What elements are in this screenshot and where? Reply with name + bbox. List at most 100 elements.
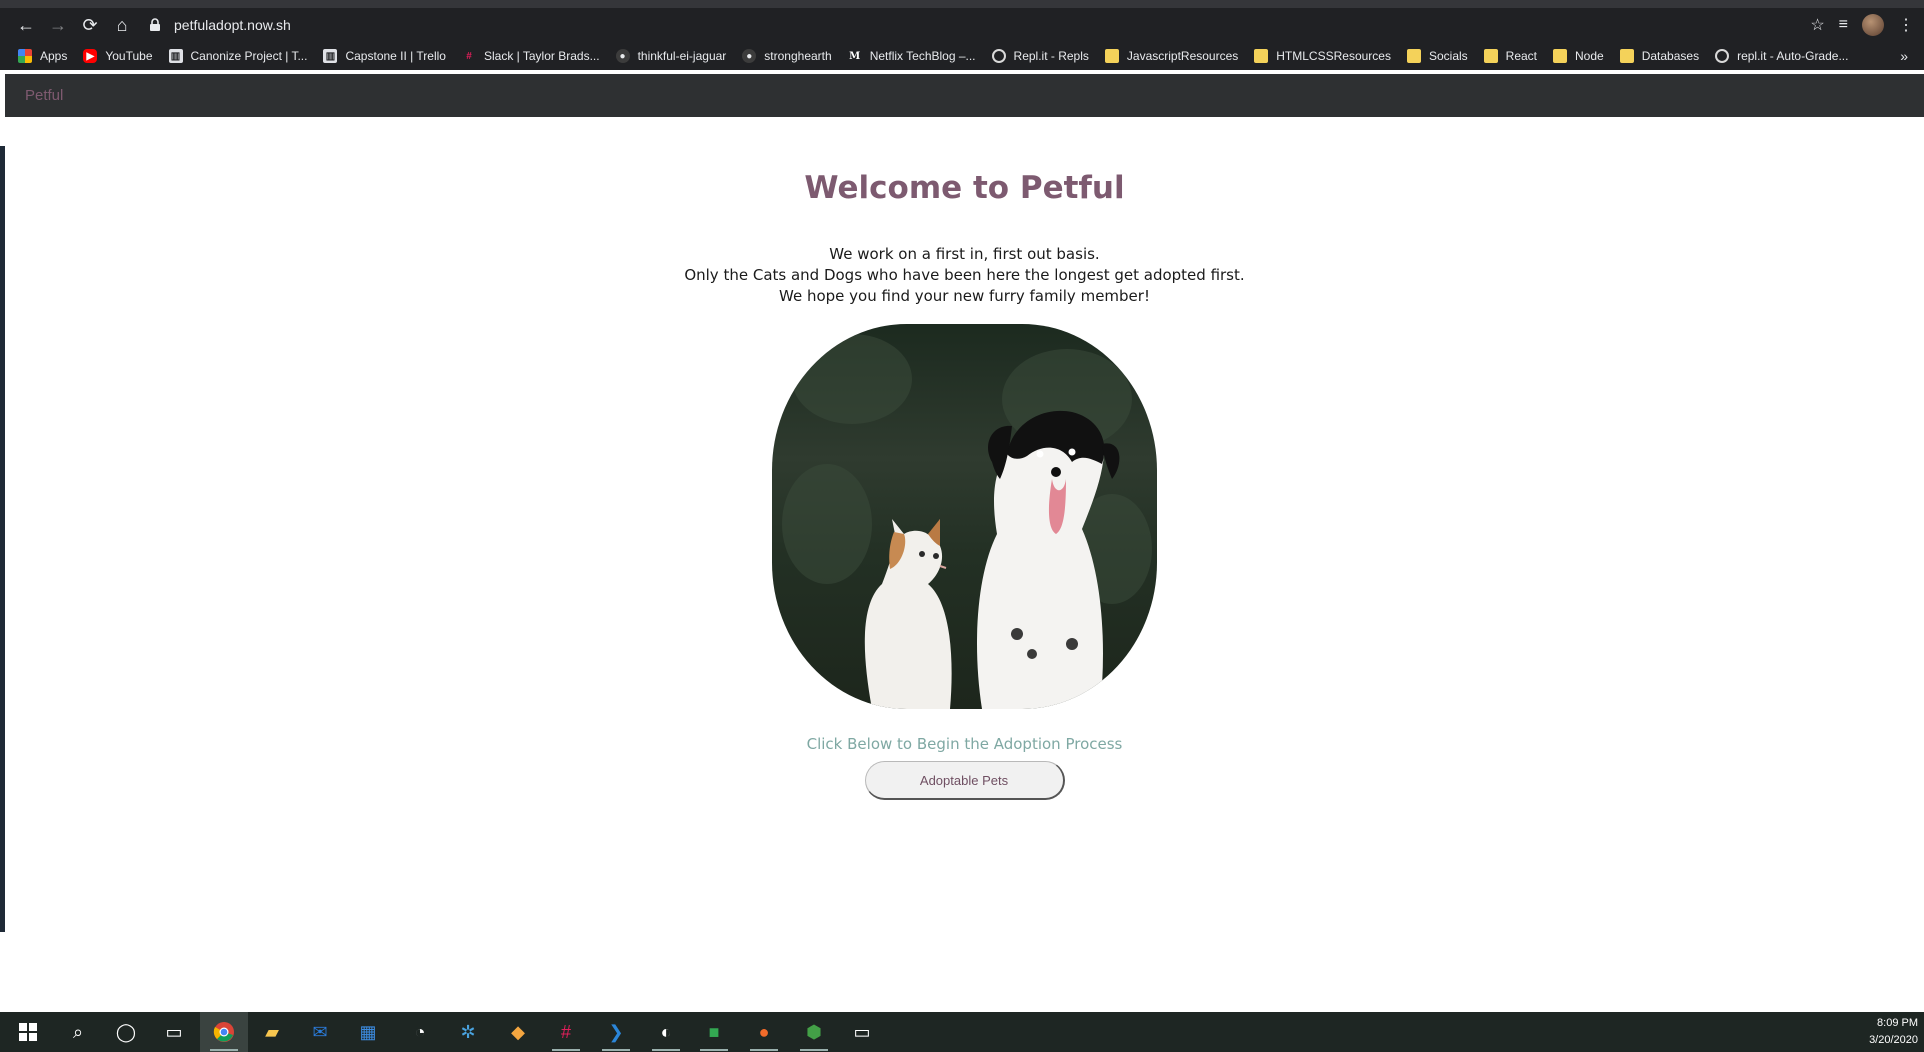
url-text[interactable]: petfuladopt.now.sh xyxy=(174,17,291,33)
bookmark-item[interactable]: ▶ YouTube xyxy=(83,49,153,63)
folder-icon xyxy=(1406,49,1421,63)
browser-chrome: ← → ⟳ ⌂ petfuladopt.now.sh ☆ ≡ ⋮ Apps ▶ xyxy=(0,0,1924,70)
bookmark-item[interactable]: Apps xyxy=(18,49,67,63)
bookmark-label: Slack | Taylor Brads... xyxy=(483,49,600,63)
bookmark-label: repl.it - Auto-Grade... xyxy=(1737,49,1849,63)
paint-icon[interactable]: ◐ xyxy=(652,1018,680,1046)
more-bookmarks-icon[interactable]: » xyxy=(1900,44,1908,68)
bookmark-label: Capstone II | Trello xyxy=(345,49,446,63)
display-icon[interactable]: ▭ xyxy=(848,1018,876,1046)
bookmark-item[interactable]: Node xyxy=(1553,49,1604,63)
running-indicator xyxy=(750,1049,778,1051)
chrome-icon[interactable] xyxy=(210,1018,238,1046)
running-indicator xyxy=(210,1049,238,1051)
address-bar[interactable]: petfuladopt.now.sh xyxy=(146,11,1796,39)
dev-tool-icon[interactable]: ✲ xyxy=(454,1018,482,1046)
clock-time: 8:09 PM xyxy=(1877,1017,1918,1029)
windows-taskbar: ⌕ ◯ ▭ ▰ ✉ ▦ ◔ ✲ ◆ # ❯ ◐ ■ ● ⬢ ▭ 8:09 PM … xyxy=(0,1012,1924,1052)
app-navbar: Petful xyxy=(5,74,1924,117)
home-icon[interactable]: ⌂ xyxy=(106,9,138,41)
running-indicator xyxy=(652,1049,680,1051)
github-icon: ● xyxy=(615,49,630,63)
media-control-icon[interactable]: ≡ xyxy=(1839,16,1848,34)
bookmark-item[interactable]: ▥ Canonize Project | T... xyxy=(168,49,308,63)
foliage xyxy=(792,334,912,424)
bookmark-item[interactable]: ● stronghearth xyxy=(742,49,832,63)
cta-text: Click Below to Begin the Adoption Proces… xyxy=(806,735,1123,753)
bookmark-label: YouTube xyxy=(105,49,153,63)
folder-icon xyxy=(1619,49,1634,63)
toolbar-right: ☆ ≡ ⋮ xyxy=(1810,8,1914,42)
bookmark-item[interactable]: M Netflix TechBlog –... xyxy=(848,49,976,63)
replit-icon xyxy=(1715,49,1730,63)
bookmark-item[interactable]: repl.it - Auto-Grade... xyxy=(1715,49,1848,63)
hero-pets-image xyxy=(772,324,1157,709)
bookmark-item[interactable]: Repl.it - Repls xyxy=(991,49,1089,63)
running-indicator xyxy=(800,1049,828,1051)
youtube-icon: ▶ xyxy=(83,49,98,63)
running-indicator xyxy=(602,1049,630,1051)
brand-link[interactable]: Petful xyxy=(25,87,63,104)
folder-icon xyxy=(1254,49,1269,63)
clock-date: 3/20/2020 xyxy=(1869,1034,1918,1046)
bookmark-label: stronghearth xyxy=(764,49,832,63)
back-icon[interactable]: ← xyxy=(10,9,42,41)
bookmarks-bar: Apps ▶ YouTube ▥ Canonize Project | T...… xyxy=(0,44,1924,68)
toolbar: ← → ⟳ ⌂ petfuladopt.now.sh ☆ ≡ ⋮ xyxy=(0,8,1924,42)
folder-icon xyxy=(1483,49,1498,63)
tab-strip xyxy=(0,0,1924,8)
windows-start-icon[interactable] xyxy=(14,1018,42,1046)
star-icon[interactable]: ☆ xyxy=(1810,15,1824,35)
intro-line: We work on a first in, first out basis. xyxy=(829,245,1100,263)
mail-icon[interactable]: ✉ xyxy=(306,1018,334,1046)
intro-line: We hope you find your new furry family m… xyxy=(779,287,1150,305)
bookmark-label: thinkful-ei-jaguar xyxy=(637,49,727,63)
clock-app-icon[interactable]: ◔ xyxy=(406,1018,434,1046)
running-indicator xyxy=(700,1049,728,1051)
bookmark-item[interactable]: # Slack | Taylor Brads... xyxy=(462,49,600,63)
bookmark-item[interactable]: ● thinkful-ei-jaguar xyxy=(615,49,727,63)
task-view-icon[interactable]: ▭ xyxy=(160,1018,188,1046)
vscode-icon[interactable]: ❯ xyxy=(602,1018,630,1046)
replit-icon xyxy=(991,49,1006,63)
medium-icon: M xyxy=(849,50,861,62)
menu-icon[interactable]: ⋮ xyxy=(1898,15,1914,35)
postman-icon[interactable]: ● xyxy=(750,1018,778,1046)
bookmark-label: Netflix TechBlog –... xyxy=(869,49,976,63)
bookmark-label: Repl.it - Repls xyxy=(1013,49,1089,63)
file-explorer-icon[interactable]: ▰ xyxy=(258,1018,286,1046)
apps-grid-icon xyxy=(18,49,32,63)
bookmark-label: Apps xyxy=(40,49,68,63)
folder-icon xyxy=(1104,49,1119,63)
slack-icon: # xyxy=(466,50,472,62)
trello-icon: ▥ xyxy=(323,49,338,63)
page-title: Welcome to Petful xyxy=(804,170,1125,206)
bookmark-item[interactable]: JavascriptResources xyxy=(1104,49,1239,63)
git-icon[interactable]: ◆ xyxy=(504,1018,532,1046)
cat-illustration xyxy=(864,519,952,709)
bookmark-item[interactable]: HTMLCSSResources xyxy=(1254,49,1391,63)
cortana-icon[interactable]: ◯ xyxy=(112,1018,140,1046)
adoptable-pets-button[interactable]: Adoptable Pets xyxy=(864,761,1065,800)
bookmark-label: Databases xyxy=(1641,49,1700,63)
bookmark-label: HTMLCSSResources xyxy=(1276,49,1391,63)
bookmark-item[interactable]: ▥ Capstone II | Trello xyxy=(323,49,446,63)
node-icon[interactable]: ⬢ xyxy=(800,1018,828,1046)
bookmark-label: JavascriptResources xyxy=(1126,49,1239,63)
bookmark-item[interactable]: React xyxy=(1483,49,1537,63)
slack-taskbar-icon[interactable]: # xyxy=(552,1018,580,1046)
search-icon[interactable]: ⌕ xyxy=(64,1018,92,1046)
forward-icon[interactable]: → xyxy=(42,9,74,41)
calendar-icon[interactable]: ▦ xyxy=(354,1018,382,1046)
main-content: Welcome to Petful We work on a first in,… xyxy=(5,117,1924,1012)
bookmark-item[interactable]: Databases xyxy=(1619,49,1700,63)
bookmark-label: Canonize Project | T... xyxy=(190,49,308,63)
profile-avatar[interactable] xyxy=(1862,14,1884,36)
folder-icon xyxy=(1553,49,1568,63)
reload-icon[interactable]: ⟳ xyxy=(74,9,106,41)
bookmark-item[interactable]: Socials xyxy=(1406,49,1468,63)
running-indicator xyxy=(552,1049,580,1051)
evernote-icon[interactable]: ■ xyxy=(700,1018,728,1046)
trello-icon: ▥ xyxy=(168,49,183,63)
system-clock[interactable]: 8:09 PM 3/20/2020 xyxy=(1869,1015,1918,1049)
